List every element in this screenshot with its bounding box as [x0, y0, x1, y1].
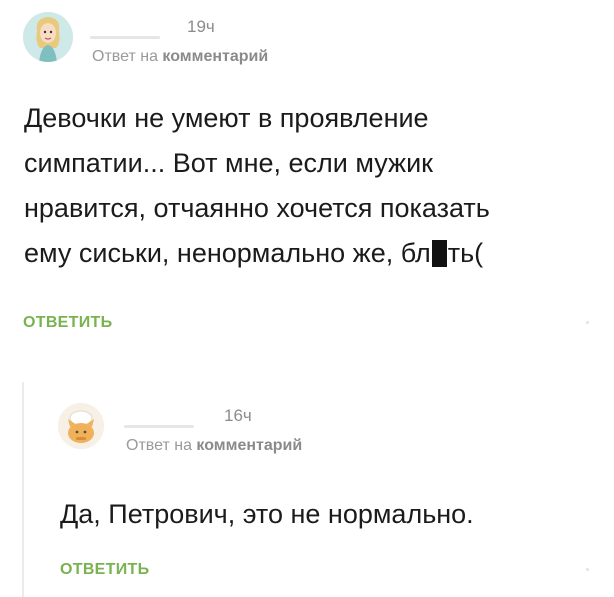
comment-text: Да, Петрович, это не нормально. [60, 499, 474, 529]
reply-prefix: Ответ на [126, 437, 192, 454]
reply-button[interactable]: ОТВЕТИТЬ [60, 561, 149, 579]
timestamp: 19ч [187, 17, 215, 36]
reply-prefix: Ответ на [92, 48, 158, 65]
cat-avatar-icon [58, 403, 104, 449]
reply-target[interactable]: комментарий [162, 48, 268, 65]
avatar[interactable] [58, 403, 104, 449]
comment-line: нравится, отчаянно хочется показать [24, 193, 490, 223]
avatar[interactable] [23, 12, 73, 62]
comment-line-start: ему сиськи, ненормально же, бл [24, 238, 431, 268]
girl-avatar-icon [23, 12, 73, 62]
username-redacted[interactable] [124, 425, 194, 428]
timestamp: 16ч [224, 406, 252, 425]
reply-target[interactable]: комментарий [196, 437, 302, 454]
comment: 19ч Ответ на комментарий Девочки не умею… [0, 0, 614, 360]
censor-bar [431, 240, 447, 267]
thread-line [22, 382, 24, 597]
comment-line-end: ть( [447, 238, 484, 268]
more-dot[interactable] [586, 568, 589, 571]
comment-line: Девочки не умеют в проявление [24, 103, 429, 133]
comment-line: ему сиськи, ненормально же, бл ть( [24, 231, 604, 276]
reply-to-link[interactable]: Ответ на комментарий [126, 437, 302, 455]
comment-text: Девочки не умеют в проявление симпатии..… [24, 96, 604, 276]
comment-line: симпатии... Вот мне, если мужик [24, 148, 433, 178]
comment-reply: 16ч Ответ на комментарий Да, Петрович, э… [0, 360, 614, 597]
more-dot[interactable] [586, 321, 589, 324]
reply-button[interactable]: ОТВЕТИТЬ [23, 314, 112, 332]
username-redacted[interactable] [90, 36, 160, 39]
reply-to-link[interactable]: Ответ на комментарий [92, 48, 268, 66]
